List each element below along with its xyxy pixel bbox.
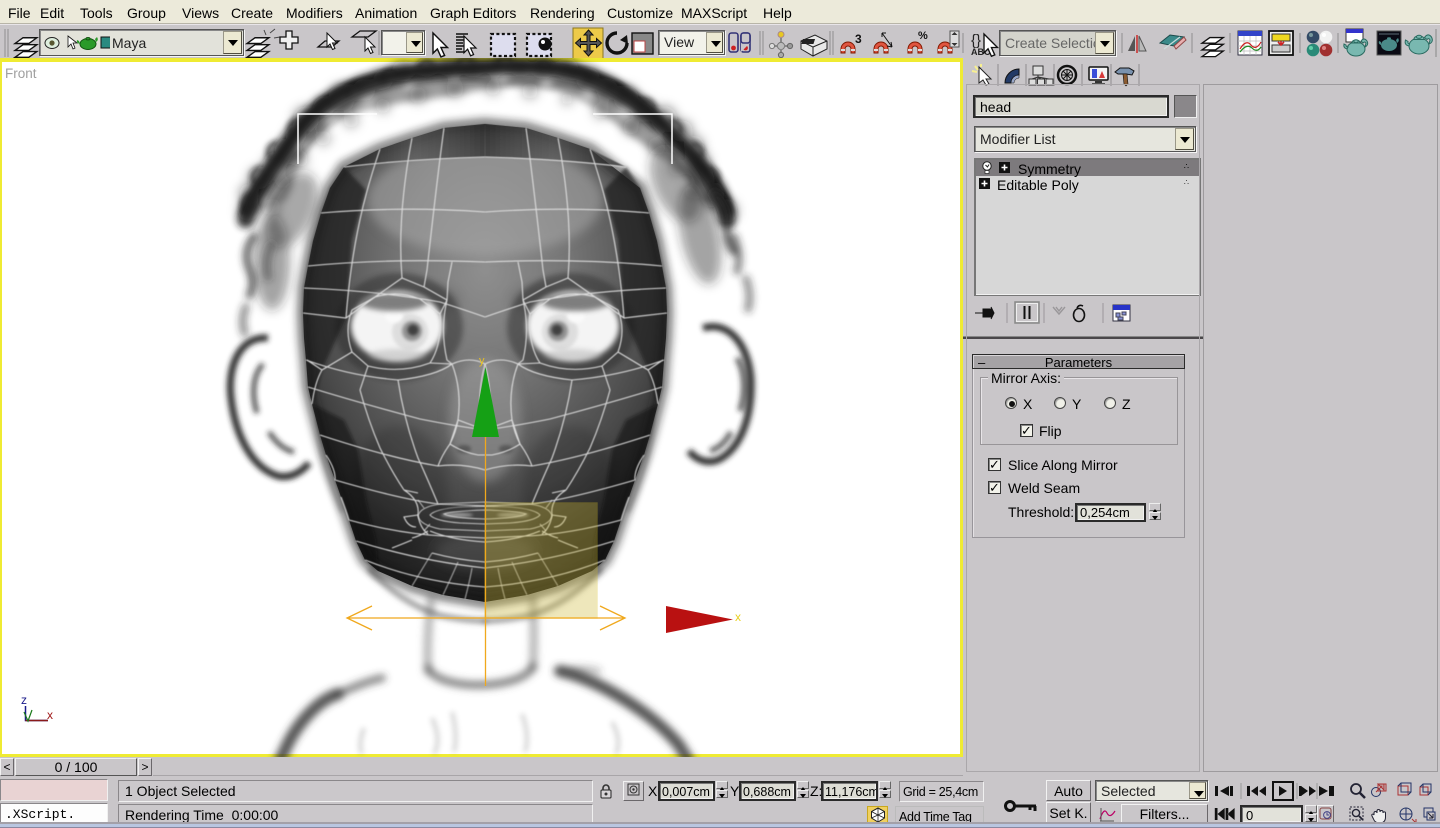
svg-text:x: x <box>47 708 53 722</box>
svg-text:y: y <box>479 355 485 367</box>
svg-text:z: z <box>21 693 27 707</box>
svg-text:Front: Front <box>5 66 37 81</box>
svg-text:x: x <box>735 610 741 624</box>
svg-text:%: % <box>918 30 928 42</box>
svg-text:3: 3 <box>855 32 862 46</box>
